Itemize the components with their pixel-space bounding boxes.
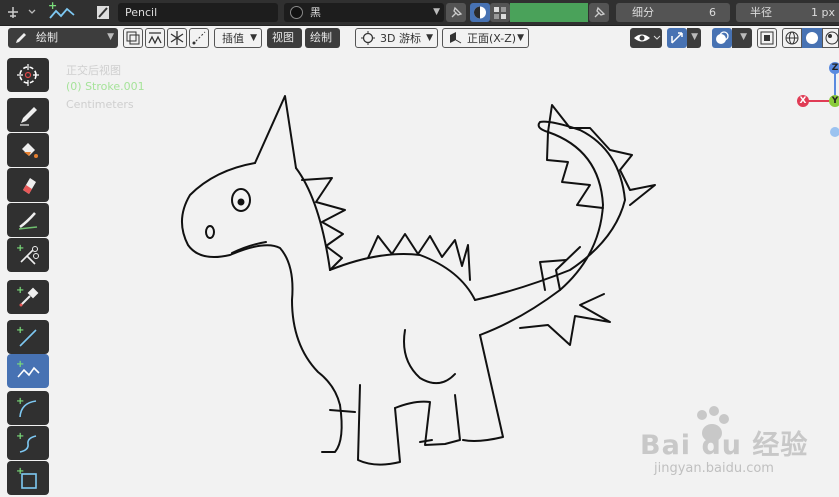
watermark-url: jingyan.baidu.com xyxy=(654,461,774,476)
watermark-brand: Bai du 经验 xyxy=(640,430,809,461)
watermark: Bai du 经验 jingyan.baidu.com xyxy=(640,405,810,485)
